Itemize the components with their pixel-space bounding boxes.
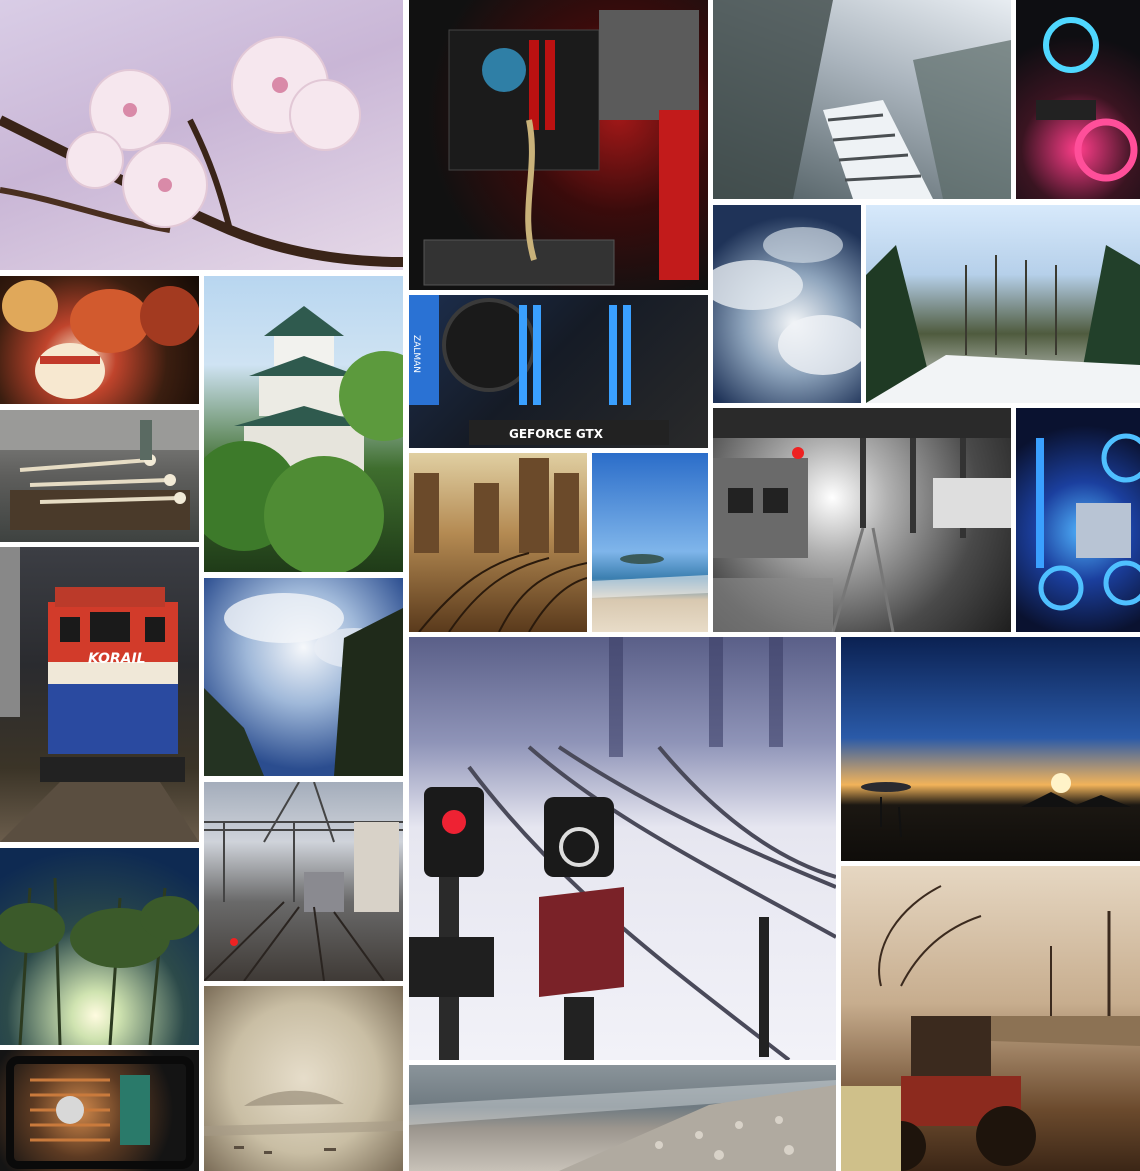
- photo-beach-island: [592, 453, 708, 632]
- pc-pink-art: [1036, 17, 1138, 182]
- photo-korail-locomotive: KORAIL: [0, 547, 199, 842]
- lanterns-art: [2, 280, 199, 399]
- photo-tractor-sepia: [841, 866, 1140, 1171]
- catenary-art: [204, 782, 403, 981]
- pebble-beach-art: [409, 1080, 836, 1171]
- beach-art: [592, 554, 708, 598]
- photo-castle: [204, 276, 403, 572]
- photo-pc-interior-zalman: ZALMAN GEFORCE GTX: [409, 295, 708, 448]
- photo-sunset-beach: [841, 637, 1140, 861]
- photo-cherry-blossom: [0, 0, 403, 270]
- ladles-art: [0, 410, 199, 530]
- photo-pebble-beach: [409, 1065, 836, 1171]
- photo-railway-catenary: [204, 782, 403, 981]
- photo-cloudy-sky: [713, 205, 861, 403]
- korail-art: [0, 547, 199, 842]
- cherry-blossom-art: [0, 36, 403, 267]
- photo-bamboo-sun: [0, 848, 199, 1045]
- sepia-tracks-art: [414, 458, 587, 632]
- photo-trees-and-sky: [204, 578, 403, 776]
- photo-pc-interior-pink: [1016, 0, 1140, 199]
- photo-pc-interior-red: [409, 0, 708, 290]
- trees-sky-art: [204, 593, 403, 776]
- pc-zalman-art: [409, 295, 669, 445]
- korail-label: KORAIL: [88, 651, 146, 667]
- pc-blue-art: [1036, 433, 1140, 611]
- station-art: [713, 408, 1011, 632]
- pc-copper-art: [6, 1056, 194, 1169]
- photo-snowy-railway-signals: [409, 637, 836, 1060]
- pc-red-art: [423, 10, 699, 286]
- photo-railway-tracks-sepia: [409, 453, 587, 632]
- zalman-label: ZALMAN: [411, 335, 421, 373]
- bamboo-art: [0, 877, 199, 1045]
- photo-pc-interior-copper: [0, 1050, 199, 1171]
- snowy-stairs-art: [713, 0, 1011, 199]
- photo-water-ladles: [0, 410, 199, 542]
- harbor-art: [204, 1090, 403, 1154]
- photo-snowy-trees: [866, 205, 1140, 403]
- tractor-art: [841, 885, 1140, 1171]
- photo-snowy-stairs: [713, 0, 1011, 199]
- photo-hazy-harbor: [204, 986, 403, 1171]
- photo-paper-lanterns: [0, 276, 199, 404]
- castle-art: [204, 306, 403, 572]
- cloudy-sky-art: [713, 227, 861, 375]
- snowy-trees-art: [866, 245, 1140, 403]
- snowy-signals-art: [409, 637, 836, 1060]
- photo-pc-interior-blue: [1016, 408, 1140, 632]
- geforce-label: GEFORCE GTX: [509, 427, 603, 441]
- sunset-art: [861, 773, 1131, 838]
- photo-train-station-bw: [713, 408, 1011, 632]
